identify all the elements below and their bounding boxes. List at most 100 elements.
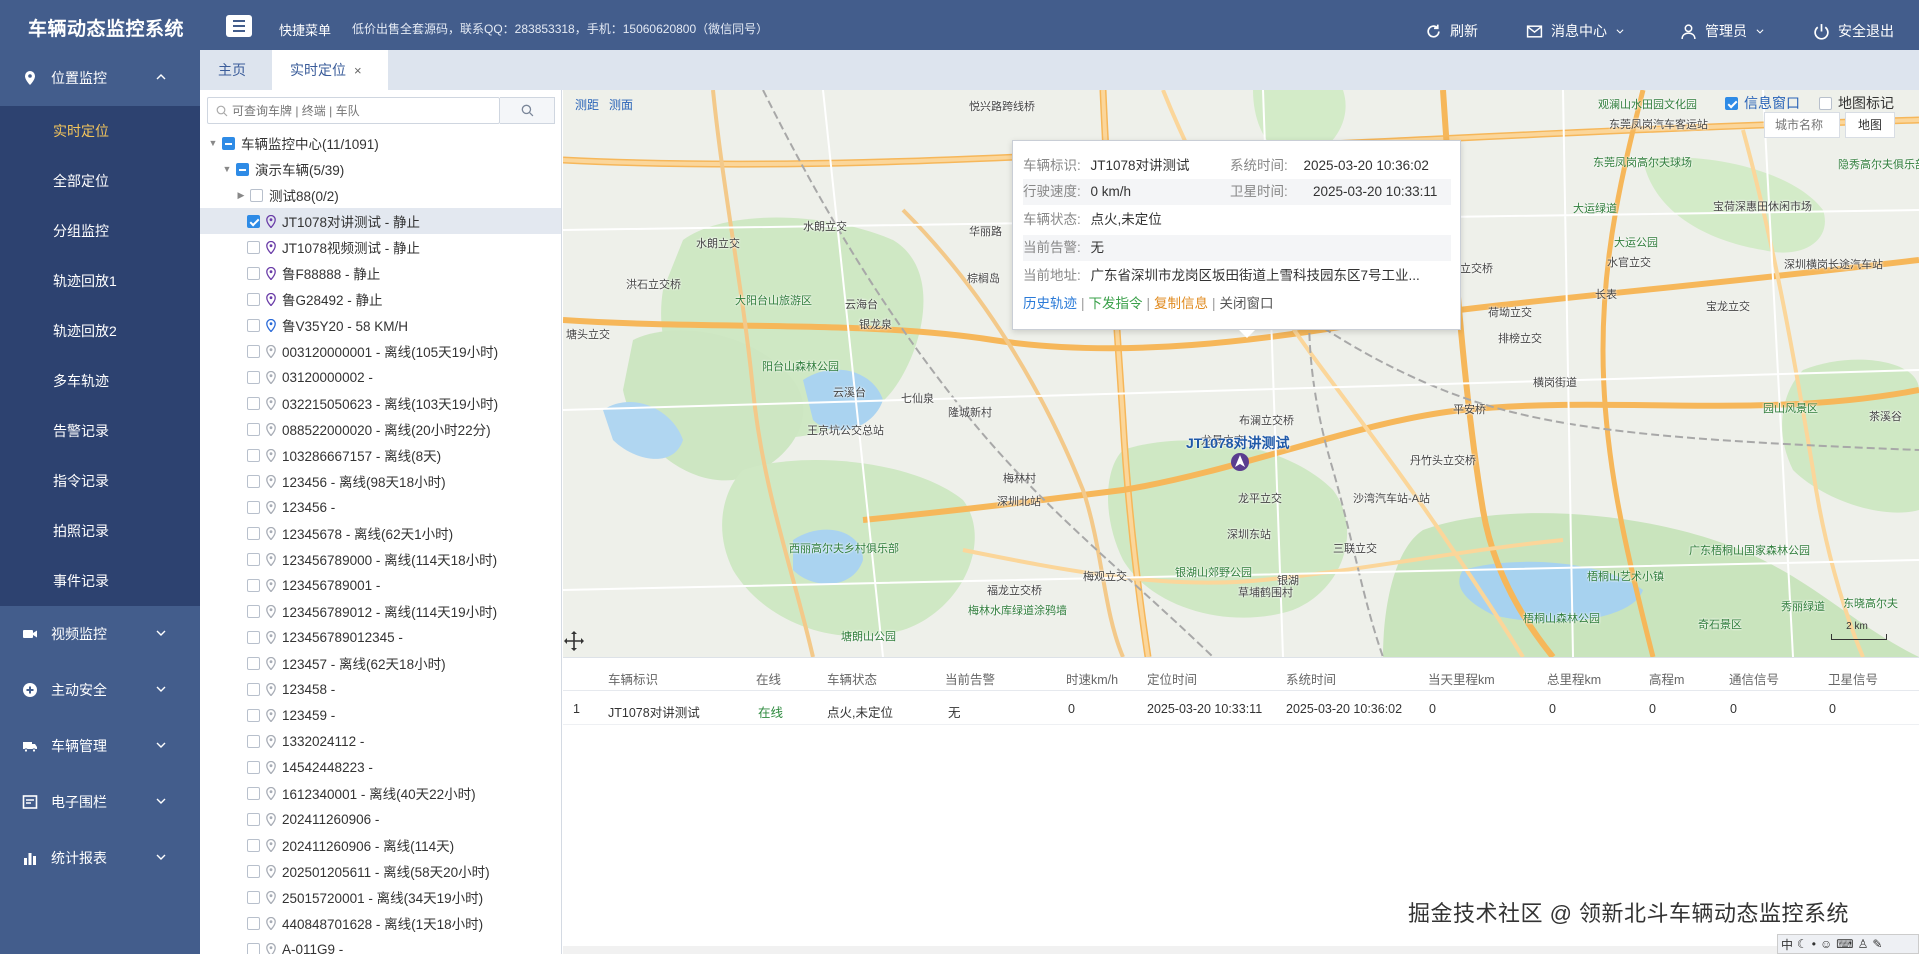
close-icon[interactable]: × [354, 63, 362, 78]
tree-group-node[interactable]: ▼ 车辆监控中心(11/1091) [200, 130, 561, 156]
message-center-button[interactable]: 消息中心 [1526, 21, 1625, 41]
map-type-button[interactable]: 地图 [1845, 112, 1895, 138]
tree-group-node[interactable]: ▼ 演示车辆(5/39) [200, 156, 561, 182]
tree-vehicle-node[interactable]: A-011G9 - [200, 936, 561, 954]
tree-checkbox[interactable] [247, 760, 260, 774]
tree-checkbox[interactable] [222, 136, 235, 150]
refresh-button[interactable]: 刷新 [1425, 21, 1478, 41]
sidebar-item-photo-records[interactable]: 拍照记录 [0, 506, 200, 556]
tree-vehicle-node[interactable]: 12345678 - 离线(62天1小时) [200, 520, 561, 546]
tree-checkbox[interactable] [250, 188, 263, 202]
expand-caret-icon[interactable]: ▼ [222, 164, 232, 174]
user-icon[interactable]: ♙ [1858, 937, 1869, 951]
search-button[interactable] [500, 97, 555, 124]
logout-button[interactable]: 安全退出 [1813, 21, 1894, 41]
city-search-input[interactable] [1764, 112, 1840, 138]
tree-vehicle-node[interactable]: JT1078视频测试 - 静止 [200, 234, 561, 260]
vehicle-marker-icon[interactable] [1230, 452, 1250, 472]
tree-checkbox[interactable] [247, 448, 260, 462]
tree-checkbox[interactable] [247, 656, 260, 670]
tree-vehicle-node[interactable]: 202501205611 - 离线(58天20小时) [200, 858, 561, 884]
smile-icon[interactable]: ☺ [1820, 937, 1832, 951]
tree-vehicle-node[interactable]: 088522000020 - 离线(20小时22分) [200, 416, 561, 442]
dot-icon[interactable]: • [1812, 937, 1816, 951]
tree-checkbox[interactable] [247, 422, 260, 436]
tab-realtime[interactable]: 实时定位 × [272, 50, 388, 90]
tree-checkbox[interactable] [247, 604, 260, 618]
tree-checkbox[interactable] [247, 630, 260, 644]
tree-checkbox[interactable] [247, 396, 260, 410]
table-row[interactable]: 1 JT1078对讲测试 在线 点火,未定位 无 0 2025-03-20 10… [563, 691, 1919, 725]
sidebar-group-location[interactable]: 位置监控 [0, 50, 200, 106]
tree-vehicle-node[interactable]: 1612340001 - 离线(40天22小时) [200, 780, 561, 806]
tree-vehicle-node[interactable]: 123456789001 - [200, 572, 561, 598]
tree-checkbox[interactable] [247, 942, 260, 954]
tree-checkbox[interactable] [247, 474, 260, 488]
tree-vehicle-node[interactable]: 鲁V35Y20 - 58 KM/H [200, 312, 561, 338]
tree-checkbox[interactable] [247, 578, 260, 592]
tree-vehicle-node[interactable]: 鲁F88888 - 静止 [200, 260, 561, 286]
sidebar-group-video[interactable]: 视频监控 [0, 606, 200, 662]
tree-checkbox[interactable] [247, 786, 260, 800]
tree-checkbox[interactable] [247, 240, 260, 254]
tree-checkbox[interactable] [247, 890, 260, 904]
moon-icon[interactable]: ☾ [1797, 937, 1808, 951]
tree-vehicle-node[interactable]: 123457 - 离线(62天18小时) [200, 650, 561, 676]
hamburger-menu-icon[interactable] [226, 15, 252, 37]
sidebar-item-event-records[interactable]: 事件记录 [0, 556, 200, 606]
tab-home[interactable]: 主页 [200, 50, 272, 90]
tree-checkbox[interactable] [247, 838, 260, 852]
tree-vehicle-node[interactable]: 鲁G28492 - 静止 [200, 286, 561, 312]
tree-vehicle-node[interactable]: 14542448223 - [200, 754, 561, 780]
tree-vehicle-node[interactable]: 123456 - 离线(98天18小时) [200, 468, 561, 494]
area-tool[interactable]: 测面 [609, 96, 633, 113]
sidebar-group-reports[interactable]: 统计报表 [0, 830, 200, 886]
tree-vehicle-node[interactable]: 1332024112 - [200, 728, 561, 754]
tree-vehicle-node[interactable]: 123456789000 - 离线(114天18小时) [200, 546, 561, 572]
sidebar-item-multi-track[interactable]: 多车轨迹 [0, 356, 200, 406]
tree-checkbox[interactable] [247, 318, 260, 332]
tree-vehicle-node[interactable]: 123456789012 - 离线(114天19小时) [200, 598, 561, 624]
tree-checkbox[interactable] [247, 734, 260, 748]
tree-checkbox[interactable] [247, 292, 260, 306]
tree-vehicle-node[interactable]: 202411260906 - [200, 806, 561, 832]
sidebar-item-playback-2[interactable]: 轨迹回放2 [0, 306, 200, 356]
tree-vehicle-node[interactable]: 003120000001 - 离线(105天19小时) [200, 338, 561, 364]
user-menu-button[interactable]: 管理员 [1680, 21, 1765, 41]
tree-checkbox[interactable] [247, 266, 260, 280]
tree-checkbox[interactable] [247, 552, 260, 566]
quick-menu-link[interactable]: 快捷菜单 [279, 20, 331, 39]
tree-checkbox[interactable] [247, 812, 260, 826]
sidebar-group-geofence[interactable]: 电子围栏 [0, 774, 200, 830]
tree-vehicle-node[interactable]: 032215050623 - 离线(103天19小时) [200, 390, 561, 416]
sidebar-item-command-records[interactable]: 指令记录 [0, 456, 200, 506]
tree-vehicle-node[interactable]: 123459 - [200, 702, 561, 728]
tree-checkbox[interactable] [247, 370, 260, 384]
sidebar-item-playback-1[interactable]: 轨迹回放1 [0, 256, 200, 306]
tree-vehicle-node[interactable]: 03120000002 - [200, 364, 561, 390]
horizontal-scrollbar[interactable] [563, 946, 1919, 954]
tree-vehicle-node[interactable]: 123456789012345 - [200, 624, 561, 650]
tree-vehicle-node[interactable]: 123458 - [200, 676, 561, 702]
map-marks-toggle[interactable]: 地图标记 [1819, 93, 1894, 113]
search-input[interactable] [232, 102, 492, 120]
tree-vehicle-node[interactable]: JT1078对讲测试 - 静止 [200, 208, 561, 234]
ranging-tool[interactable]: 测距 [575, 96, 599, 113]
sidebar-item-group-monitor[interactable]: 分组监控 [0, 206, 200, 256]
sidebar-item-realtime[interactable]: 实时定位 [0, 106, 200, 156]
tree-group-node[interactable]: ▶ 测试88(0/2) [200, 182, 561, 208]
tree-vehicle-node[interactable]: 202411260906 - 离线(114天) [200, 832, 561, 858]
tree-checkbox[interactable] [247, 916, 260, 930]
pan-move-icon[interactable] [563, 630, 585, 652]
map-marks-checkbox[interactable] [1819, 96, 1832, 110]
tree-checkbox[interactable] [236, 162, 249, 176]
sidebar-item-all-positions[interactable]: 全部定位 [0, 156, 200, 206]
sidebar-group-safety[interactable]: 主动安全 [0, 662, 200, 718]
tree-checkbox[interactable] [247, 708, 260, 722]
tree-vehicle-node[interactable]: 440848701628 - 离线(1天18小时) [200, 910, 561, 936]
tree-checkbox[interactable] [247, 526, 260, 540]
close-window-link[interactable]: 关闭窗口 [1220, 296, 1274, 311]
sidebar-item-alarm-records[interactable]: 告警记录 [0, 406, 200, 456]
collapse-caret-icon[interactable]: ▶ [236, 190, 246, 201]
history-track-link[interactable]: 历史轨迹 [1023, 296, 1077, 311]
